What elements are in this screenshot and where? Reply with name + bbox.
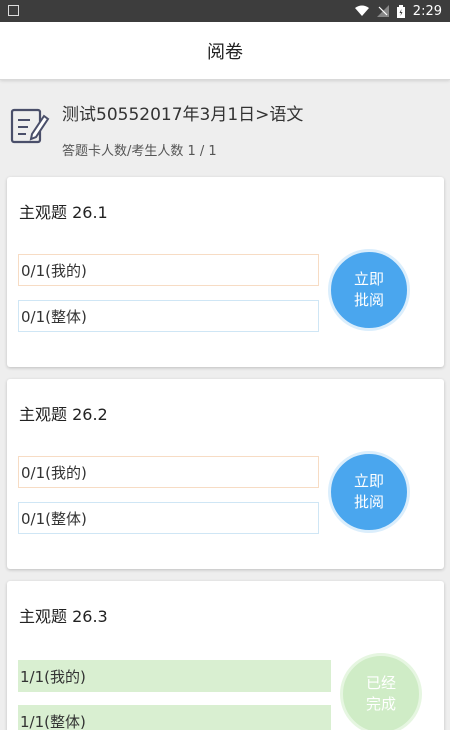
exam-info: 测试50552017年3月1日>语文 答题卡人数/考生人数 1 / 1 [0,86,450,170]
battery-icon [396,4,405,18]
my-progress: 1/1(我的) [18,660,331,692]
my-progress: 0/1(我的) [18,254,319,286]
overall-progress: 0/1(整体) [18,300,319,332]
page-title: 阅卷 [207,41,243,63]
start-grading-button[interactable]: 立即批阅 [328,451,410,533]
no-signal-icon [376,5,389,17]
overall-progress: 1/1(整体) [18,705,331,730]
question-card: 主观题 26.1 0/1(我的) 0/1(整体) 立即批阅 [7,177,444,367]
question-card: 主观题 26.2 0/1(我的) 0/1(整体) 立即批阅 [7,379,444,569]
question-card: 主观题 26.3 1/1(我的) 1/1(整体) 已经完成 [7,581,444,730]
app-bar: 阅卷 [0,22,450,80]
exam-count: 答题卡人数/考生人数 1 / 1 [62,144,217,159]
status-bar: 2:29 [0,0,450,22]
question-title: 主观题 26.3 [19,607,108,626]
edit-document-icon [10,108,50,144]
start-grading-button[interactable]: 立即批阅 [328,249,410,331]
wifi-icon [354,5,369,17]
status-time: 2:29 [412,3,442,19]
my-progress: 0/1(我的) [18,456,319,488]
grading-completed-button[interactable]: 已经完成 [340,653,422,730]
exam-title: 测试50552017年3月1日>语文 [62,105,304,125]
screenshot-notification-icon [8,5,19,16]
question-title: 主观题 26.2 [19,405,108,424]
question-title: 主观题 26.1 [19,203,108,222]
overall-progress: 0/1(整体) [18,502,319,534]
